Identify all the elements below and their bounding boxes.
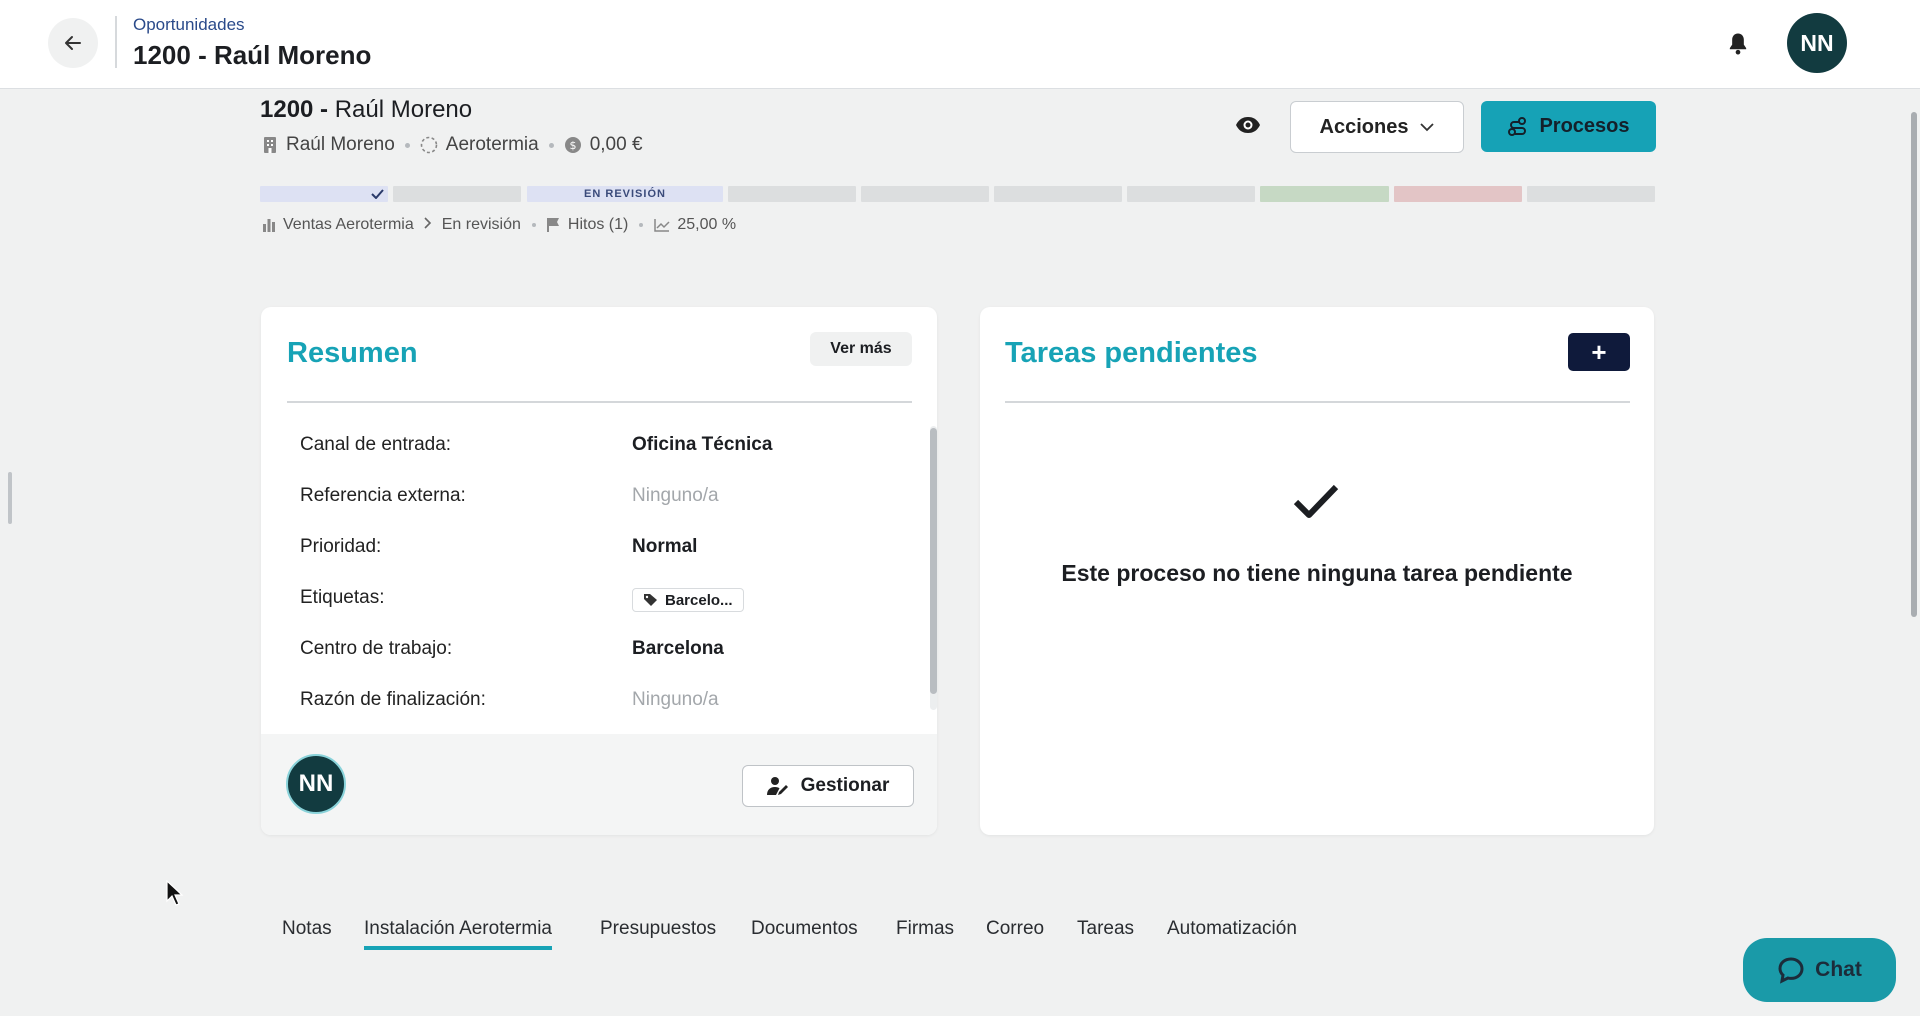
add-task-button[interactable]: + (1568, 333, 1630, 371)
plus-icon: + (1591, 337, 1607, 367)
breadcrumb[interactable]: Oportunidades (133, 15, 245, 35)
coin-icon: $ (564, 136, 582, 154)
field-value: Oficina Técnica (632, 434, 773, 455)
tab-documentos[interactable]: Documentos (751, 918, 858, 940)
tag-label: Barcelo... (665, 591, 733, 609)
manage-label: Gestionar (800, 775, 890, 796)
field-label: Etiquetas: (300, 587, 385, 608)
stage-segment[interactable] (861, 186, 989, 202)
field-label: Canal de entrada: (300, 434, 452, 455)
manage-button[interactable]: Gestionar (742, 765, 914, 807)
chevron-down-icon (1420, 122, 1435, 131)
sidebar-handle[interactable] (8, 472, 12, 524)
chat-bubble-icon (1778, 957, 1804, 984)
stage-segment-active[interactable]: EN REVISIÓN (527, 186, 723, 202)
stage-segment[interactable] (728, 186, 856, 202)
user-edit-icon (766, 777, 788, 795)
dashed-circle-icon (420, 136, 438, 154)
meta-separator (548, 142, 554, 148)
tab-notas[interactable]: Notas (282, 918, 332, 940)
field-value: Ninguno/a (632, 485, 719, 506)
probability: 25,00 % (677, 216, 737, 233)
summary-divider (287, 401, 912, 403)
record-company: Raúl Moreno (286, 134, 395, 155)
milestones[interactable]: Hitos (1) (568, 216, 628, 234)
record-id: 1200 (260, 96, 314, 123)
chat-label: Chat (1815, 958, 1862, 981)
record-product: Aerotermia (445, 134, 539, 155)
bottom-area (0, 958, 1920, 1016)
field-value: Ninguno/a (632, 689, 719, 710)
see-more-button[interactable]: Ver más (810, 332, 912, 366)
tab-correo[interactable]: Correo (986, 918, 1044, 940)
stage-segment[interactable] (994, 186, 1122, 202)
checkmark-icon (1293, 484, 1339, 518)
summary-scrollbar-thumb[interactable] (930, 428, 937, 694)
tag-chip[interactable]: Barcelo... (632, 588, 744, 612)
svg-text:$: $ (569, 139, 576, 152)
stage-segment-lost[interactable] (1394, 186, 1522, 202)
field-label: Referencia externa: (300, 485, 466, 506)
pipeline-stage: En revisión (441, 216, 521, 233)
tab-automatizacion[interactable]: Automatización (1167, 918, 1297, 940)
record-separator: - (313, 96, 335, 123)
stage-segment-won[interactable] (1260, 186, 1389, 202)
field-label: Prioridad: (300, 536, 382, 557)
pipeline-info: Ventas Aerotermia En revisión Hitos (1) … (262, 216, 736, 234)
meta-separator (531, 223, 536, 227)
tab-instalacion-aerotermia[interactable]: Instalación Aerotermia (364, 918, 552, 950)
processes-label: Procesos (1539, 115, 1630, 137)
tab-tareas[interactable]: Tareas (1077, 918, 1134, 940)
actions-dropdown[interactable]: Acciones (1290, 101, 1464, 153)
tab-bar: Notas Instalación Aerotermia Presupuesto… (0, 908, 1920, 959)
owner-avatar[interactable]: NN (286, 754, 346, 814)
field-label: Razón de finalización: (300, 689, 486, 710)
bell-icon[interactable] (1724, 30, 1752, 58)
record-name: Raúl Moreno (334, 96, 473, 123)
flag-icon (546, 217, 561, 233)
record-amount: 0,00 € (589, 134, 643, 155)
check-icon (371, 189, 384, 199)
chevron-right-icon (424, 216, 432, 234)
field-value: Barcelona (632, 638, 724, 659)
mouse-cursor-icon (166, 880, 184, 906)
field-value: Normal (632, 536, 698, 557)
tab-firmas[interactable]: Firmas (896, 918, 954, 940)
arrow-left-icon (65, 36, 81, 50)
top-bar: Oportunidades 1200 - Raúl Moreno NN (0, 0, 1920, 89)
header-divider (115, 16, 117, 68)
summary-title: Resumen (287, 337, 418, 369)
trend-chart-icon (654, 218, 670, 232)
meta-separator (639, 223, 644, 227)
eye-icon[interactable] (1234, 114, 1262, 136)
page-title: 1200 - Raúl Moreno (133, 40, 372, 70)
processes-button[interactable]: Procesos (1481, 101, 1656, 152)
pipeline-name[interactable]: Ventas Aerotermia (283, 216, 414, 234)
building-icon (262, 136, 278, 154)
tasks-title: Tareas pendientes (1005, 337, 1258, 369)
stage-segment-completed[interactable] (260, 186, 388, 202)
chat-button[interactable]: Chat (1743, 938, 1896, 1002)
empty-tasks-message: Este proceso no tiene ninguna tarea pend… (1061, 560, 1573, 586)
tasks-divider (1005, 401, 1630, 403)
back-button[interactable] (48, 18, 98, 68)
actions-label: Acciones (1319, 115, 1409, 138)
meta-separator (404, 142, 410, 148)
process-flow-icon (1508, 116, 1527, 136)
bar-chart-icon (262, 218, 276, 232)
stage-segment[interactable] (1527, 186, 1655, 202)
user-avatar[interactable]: NN (1787, 13, 1847, 73)
field-label: Centro de trabajo: (300, 638, 453, 659)
page-scrollbar[interactable] (1911, 112, 1917, 617)
stage-segment[interactable] (393, 186, 521, 202)
stage-segment[interactable] (1127, 186, 1255, 202)
record-title: 1200 - Raúl Moreno (260, 96, 472, 124)
record-meta: Raúl Moreno Aerotermia $ 0,00 € (262, 134, 643, 156)
tab-presupuestos[interactable]: Presupuestos (600, 918, 716, 940)
tag-icon (644, 594, 657, 606)
